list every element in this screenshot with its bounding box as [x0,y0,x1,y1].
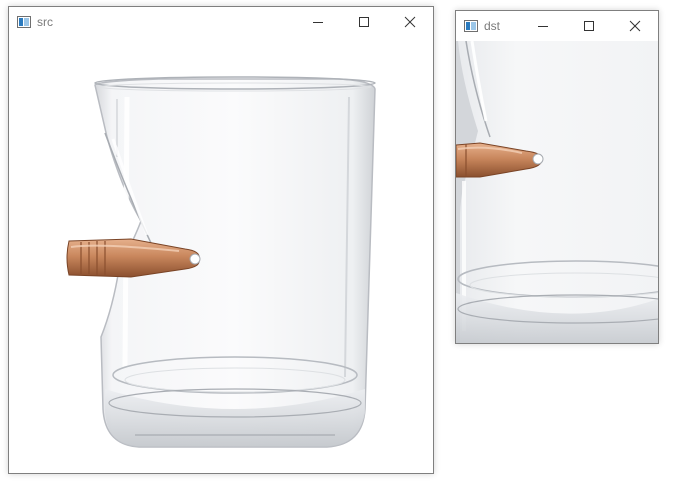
minimize-icon [538,26,548,27]
src-title-bar[interactable]: src [9,7,433,37]
window-app-icon [464,20,478,32]
maximize-icon [359,17,369,27]
dst-title-bar[interactable]: dst [456,11,658,41]
window-app-icon [17,16,31,28]
dst-window: dst [455,10,659,344]
cropped-glass-image [456,41,658,343]
maximize-button[interactable] [566,11,612,41]
close-button[interactable] [612,11,658,41]
minimize-icon [313,22,323,23]
src-window: src [8,6,434,474]
minimize-button[interactable] [295,7,341,37]
maximize-button[interactable] [341,7,387,37]
dst-image-canvas [456,41,658,343]
maximize-icon [584,21,594,31]
close-icon [404,16,416,28]
close-icon [629,20,641,32]
close-button[interactable] [387,7,433,37]
src-window-title: src [37,15,53,29]
glass-with-bullet-image [66,76,376,448]
dst-window-title: dst [484,19,501,33]
minimize-button[interactable] [520,11,566,41]
src-image-canvas [9,37,433,473]
